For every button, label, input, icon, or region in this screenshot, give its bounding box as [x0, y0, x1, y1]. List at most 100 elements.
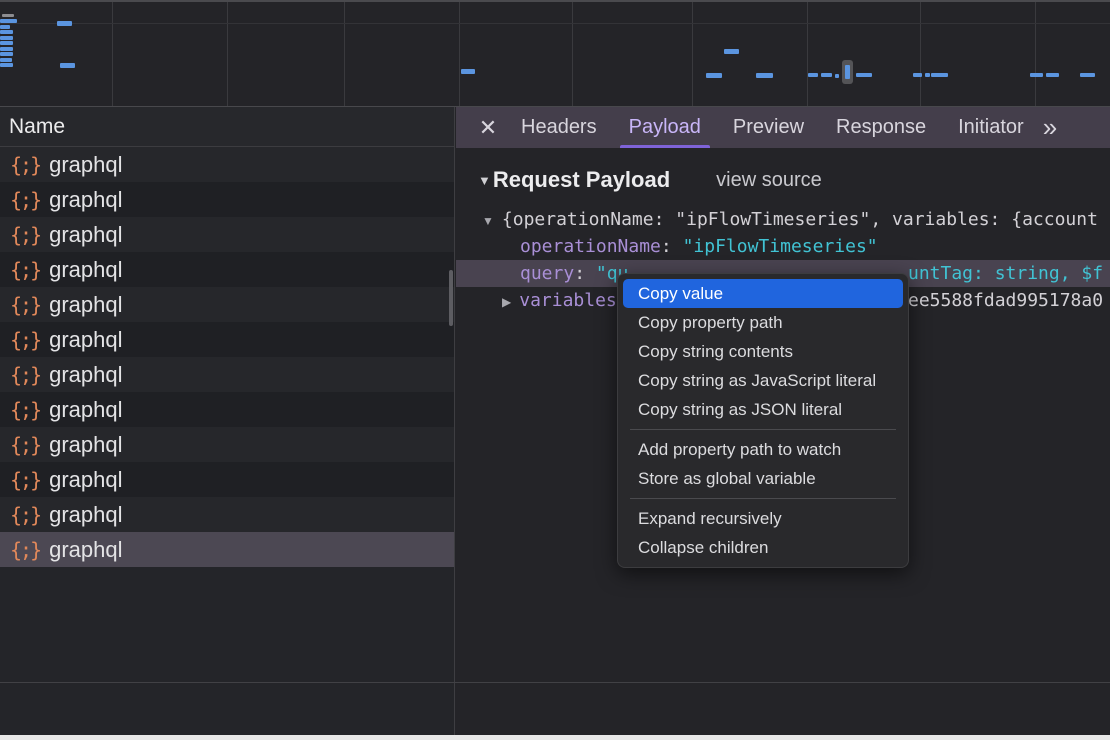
request-rows: {;} graphql {;} graphql {;} graphql {;} graphql…	[0, 147, 454, 567]
timeline-gridline	[459, 2, 460, 106]
section-expand-icon[interactable]: ▼	[478, 173, 491, 188]
request-name-label: graphql	[49, 432, 122, 458]
timeline-request-bar	[835, 74, 839, 78]
timeline-gridline	[344, 2, 345, 106]
timeline-gridline	[807, 2, 808, 106]
timeline-request-bar	[1030, 73, 1043, 77]
payload-section-title: Request Payload	[493, 167, 670, 193]
timeline-request-bar	[0, 25, 10, 29]
tree-row-root[interactable]: ▼ {operationName: "ipFlowTimeseries", var…	[456, 206, 1110, 233]
request-row[interactable]: {;} graphql	[0, 427, 454, 462]
json-braces-icon: {;}	[10, 503, 40, 527]
request-row[interactable]: {;} graphql	[0, 147, 454, 182]
timeline-gridline	[572, 2, 573, 106]
tab-headers[interactable]: Headers	[506, 107, 612, 148]
property-key: operationName	[520, 236, 661, 257]
request-list-scrollbar[interactable]	[449, 270, 453, 326]
menu-item-copy-property-path[interactable]: Copy property path	[623, 308, 903, 337]
timeline-request-bar	[821, 73, 832, 77]
menu-item-copy-string-contents[interactable]: Copy string contents	[623, 337, 903, 366]
timeline-request-bar	[0, 41, 13, 45]
network-overview-timeline[interactable]	[0, 0, 1110, 107]
details-tab-bar: ✕ HeadersPayloadPreviewResponseInitiator…	[456, 107, 1110, 148]
timeline-request-bar	[0, 52, 13, 56]
close-icon[interactable]: ✕	[472, 107, 504, 148]
query-value-right-fragment: untTag: string, $f	[908, 260, 1103, 287]
request-row[interactable]: {;} graphql	[0, 497, 454, 532]
view-source-link[interactable]: view source	[716, 169, 822, 192]
json-braces-icon: {;}	[10, 433, 40, 457]
request-row[interactable]: {;} graphql	[0, 462, 454, 497]
request-row[interactable]: {;}graphql	[0, 182, 454, 217]
timeline-request-bar	[1080, 73, 1095, 77]
json-braces-icon: {;}	[10, 363, 40, 387]
request-row[interactable]: {;}graphql	[0, 252, 454, 287]
timeline-request-bar	[0, 58, 12, 62]
menu-item-add-property-path-to-watch[interactable]: Add property path to watch	[623, 435, 903, 464]
request-name-label: graphql	[49, 467, 122, 493]
page-edge-strip	[0, 735, 1110, 740]
tabs-container: HeadersPayloadPreviewResponseInitiator	[504, 107, 1039, 148]
request-name-label: graphql	[49, 537, 122, 563]
request-name-label: graphql	[49, 152, 122, 178]
collapsed-arrow-icon[interactable]: ▶	[502, 289, 511, 314]
timeline-request-bar	[2, 14, 14, 17]
menu-item-store-as-global-variable[interactable]: Store as global variable	[623, 464, 903, 493]
expand-arrow-icon[interactable]: ▼	[482, 208, 494, 233]
json-braces-icon: {;}	[10, 223, 40, 247]
timeline-request-bar	[0, 30, 13, 34]
timeline-request-bar	[808, 73, 818, 77]
tab-response[interactable]: Response	[821, 107, 941, 148]
property-key: query	[520, 263, 574, 284]
menu-item-copy-string-as-json-literal[interactable]: Copy string as JSON literal	[623, 395, 903, 424]
request-row[interactable]: {;} graphql	[0, 217, 454, 252]
panel-bottom-divider	[0, 682, 1110, 683]
timeline-request-bar	[756, 73, 773, 78]
timeline-request-bar	[856, 73, 872, 77]
menu-separator	[630, 429, 896, 430]
tree-row-operation-name[interactable]: operationName: "ipFlowTimeseries"	[456, 233, 1110, 260]
tab-initiator[interactable]: Initiator	[943, 107, 1039, 148]
payload-section-header: ▼ Request Payload view source	[456, 167, 1110, 193]
menu-separator	[630, 498, 896, 499]
request-name-label: graphql	[49, 362, 122, 388]
request-row[interactable]: {;} graphql	[0, 357, 454, 392]
menu-item-copy-string-as-javascript-literal[interactable]: Copy string as JavaScript literal	[623, 366, 903, 395]
variables-preview-fragment: ee5588fdad995178a0	[908, 287, 1103, 314]
request-row-selected[interactable]: {;} graphql	[0, 532, 454, 567]
devtools-window: Name {;}graphql{;}graphql{;}graphql{;}gr…	[0, 0, 1110, 740]
name-column-header[interactable]: Name	[0, 107, 454, 147]
request-name-label: graphql	[49, 502, 122, 528]
request-row[interactable]: {;}graphql	[0, 322, 454, 357]
timeline-request-bar	[931, 73, 948, 77]
timeline-request-bar	[706, 73, 722, 78]
root-object-preview: {operationName: "ipFlowTimeseries", vari…	[502, 209, 1098, 230]
timeline-request-bar	[913, 73, 922, 77]
timeline-request-bar	[60, 63, 75, 68]
property-value-string: "ipFlowTimeseries"	[683, 236, 878, 257]
json-braces-icon: {;}	[10, 293, 40, 317]
json-braces-icon: {;}	[10, 153, 40, 177]
timeline-request-bar	[461, 69, 475, 74]
menu-item-copy-value[interactable]: Copy value	[623, 279, 903, 308]
tab-preview[interactable]: Preview	[718, 107, 819, 148]
json-braces-icon: {;}	[10, 538, 40, 562]
menu-item-collapse-children[interactable]: Collapse children	[623, 533, 903, 562]
timeline-request-bar	[925, 73, 930, 77]
request-name-label: graphql	[49, 397, 122, 423]
timeline-request-bar	[0, 47, 13, 51]
request-row[interactable]: {;}graphql	[0, 392, 454, 427]
timeline-gridline	[1035, 2, 1036, 106]
network-panel-body: Name {;}graphql{;}graphql{;}graphql{;}gr…	[0, 107, 1110, 735]
menu-item-expand-recursively[interactable]: Expand recursively	[623, 504, 903, 533]
request-name-label: graphql	[49, 292, 122, 318]
timeline-gridline	[920, 2, 921, 106]
request-row[interactable]: {;} graphql	[0, 287, 454, 322]
more-tabs-icon[interactable]: »	[1043, 107, 1057, 148]
json-braces-icon: {;}	[10, 258, 40, 282]
json-braces-icon: {;}	[10, 468, 40, 492]
tab-payload[interactable]: Payload	[614, 107, 716, 148]
timeline-request-bar	[724, 49, 739, 54]
request-name-label: graphql	[49, 222, 122, 248]
property-key: variables	[519, 290, 617, 311]
